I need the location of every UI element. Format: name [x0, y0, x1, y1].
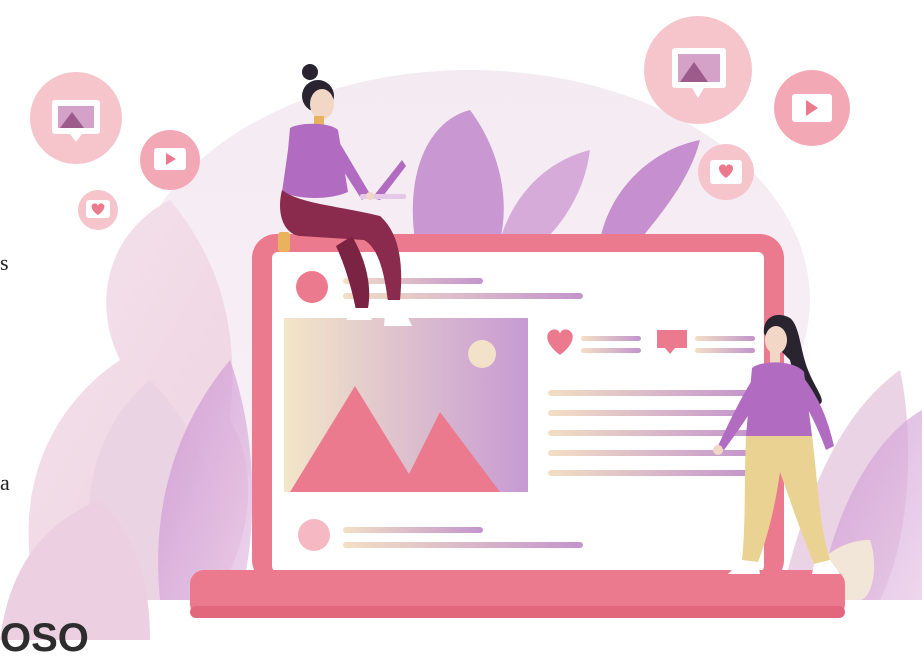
- play-bubble-icon-left: [140, 130, 200, 190]
- social-media-illustration: [0, 16, 922, 640]
- image-sun: [468, 340, 496, 368]
- image-bubble-icon-left: [30, 72, 122, 164]
- likes-line-2: [581, 348, 641, 353]
- text-line-3: [548, 430, 752, 436]
- text-line-1: [548, 390, 752, 396]
- laptop-base-shadow: [190, 606, 845, 618]
- comments-line-1: [695, 336, 755, 341]
- cropped-logo-text: OSO: [0, 616, 89, 660]
- post2-title-line: [343, 527, 483, 533]
- text-line-5: [548, 470, 752, 476]
- likes-line-1: [581, 336, 641, 341]
- cropped-text-line-1: s: [0, 250, 9, 275]
- avatar: [296, 271, 328, 303]
- image-bubble-icon-right: [644, 16, 752, 124]
- heart-bubble-icon-left: [78, 190, 118, 230]
- play-bubble-icon-right: [774, 70, 850, 146]
- avatar-2: [298, 519, 330, 551]
- post2-subtitle-line: [343, 542, 583, 548]
- heart-bubble-icon-right: [698, 144, 754, 200]
- text-line-2: [548, 410, 752, 416]
- cropped-text-line-2: a: [0, 470, 10, 495]
- post-subtitle-line: [343, 293, 583, 299]
- comments-line-2: [695, 348, 755, 353]
